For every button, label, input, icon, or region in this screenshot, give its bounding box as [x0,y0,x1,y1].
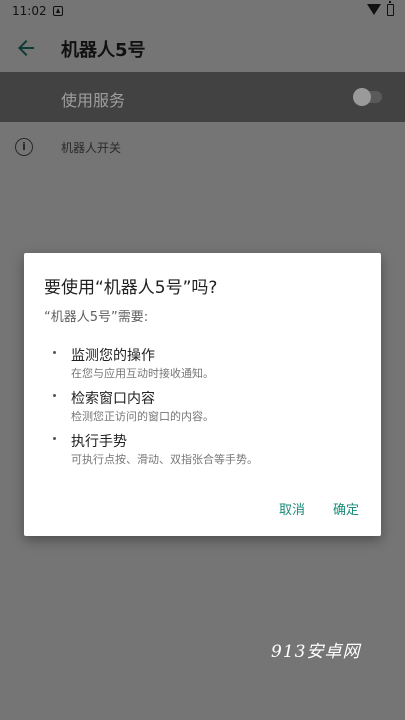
dialog-title: 要使用“机器人5号”吗? [44,278,218,298]
use-service-switch-thumb[interactable] [353,88,371,106]
bullet-icon [53,351,56,354]
permission-description: 在您与应用互动时接收通知。 [71,367,214,380]
notification-icon [53,6,63,16]
permission-dialog: 要使用“机器人5号”吗? “机器人5号”需要: 监测您的操作 在您与应用互动时接… [24,253,381,536]
app-bar: 机器人5号 [0,24,405,72]
permission-title: 检索窗口内容 [71,391,155,407]
permission-title: 执行手势 [71,434,127,450]
status-time: 11:02 [12,4,47,18]
battery-icon [387,1,394,16]
wifi-icon [367,4,381,15]
permission-title: 监测您的操作 [71,348,155,364]
robot-switch-label: 机器人开关 [61,141,122,155]
bullet-icon [53,394,56,397]
back-arrow-icon[interactable] [14,36,38,60]
permission-description: 检测您正访问的窗口的内容。 [71,410,214,423]
dialog-subtitle: “机器人5号”需要: [44,310,149,325]
watermark-text: 913安卓网 [271,642,361,662]
permission-description: 可执行点按、滑动、双指张合等手势。 [71,453,258,466]
page-title: 机器人5号 [61,40,146,61]
bullet-icon [53,437,56,440]
status-bar: 11:02 [0,0,405,24]
use-service-switch-bar[interactable]: 使用服务 [0,72,405,122]
use-service-label: 使用服务 [61,91,126,110]
confirm-button[interactable]: 确定 [333,499,359,518]
info-icon: i [15,138,33,156]
cancel-button[interactable]: 取消 [279,499,305,518]
